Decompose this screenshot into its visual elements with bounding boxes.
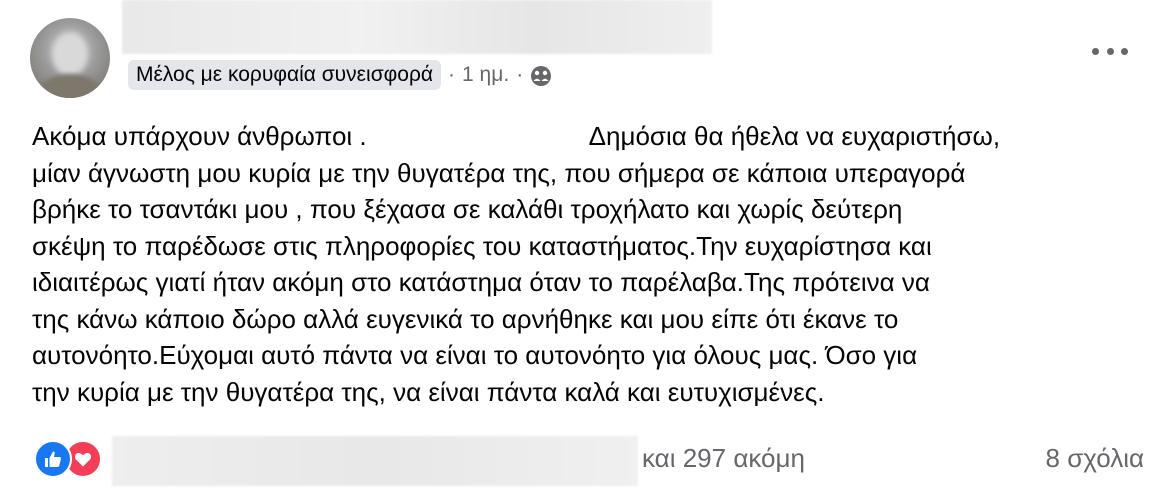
author-avatar[interactable]	[30, 18, 110, 98]
post-line: την κυρία με την θυγατέρα της, να είναι …	[32, 376, 825, 407]
comments-count[interactable]: 8 σχόλια	[1046, 443, 1144, 474]
post-line: σκέψη το παρέδωσε στις πληροφορίες του κ…	[32, 230, 932, 261]
post-line: ιδιαιτέρως γιατί ήταν ακόμη στο κατάστημ…	[32, 267, 930, 297]
meta-separator: ·	[448, 63, 456, 86]
post-line: βρήκε το τσαντάκι μου , που ξέχασα σε κα…	[32, 194, 903, 224]
post-timestamp[interactable]: 1 ημ.	[462, 63, 509, 87]
post-line-part: Δημόσια θα ήθελα να ευχαριστήσω,	[588, 121, 1001, 151]
author-name-redacted[interactable]	[122, 0, 712, 54]
post-line: μίαν άγνωστη μου κυρία με την θυγατέρα τ…	[32, 157, 966, 188]
post-line: της κάνω κάποιο δώρο αλλά ευγενικά το αρ…	[32, 303, 899, 334]
avatar-blur	[52, 32, 88, 76]
group-icon[interactable]	[530, 65, 552, 87]
like-icon	[34, 440, 72, 478]
more-options-icon[interactable]	[1092, 36, 1128, 66]
post-line: Ακόμα υπάρχουν άνθρωποι . Δημόσια θα ήθελ…	[32, 118, 1142, 155]
reaction-icons[interactable]	[34, 440, 106, 478]
post-line: αυτονόητο.Εύχομαι αυτό πάντα να είναι το…	[32, 340, 918, 370]
reactions-count[interactable]: και 297 ακόμη	[642, 443, 805, 474]
avatar-figure	[38, 74, 102, 98]
post-line-part: Ακόμα υπάρχουν άνθρωποι .	[32, 121, 367, 151]
top-contributor-badge[interactable]: Μέλος με κορυφαία συνεισφορά	[128, 60, 442, 90]
reactor-names-redacted[interactable]	[112, 436, 638, 486]
meta-separator: ·	[516, 63, 524, 86]
post-meta: Μέλος με κορυφαία συνεισφορά · 1 ημ. ·	[128, 60, 552, 90]
post-body: Ακόμα υπάρχουν άνθρωποι . Δημόσια θα ήθελ…	[32, 118, 1142, 410]
